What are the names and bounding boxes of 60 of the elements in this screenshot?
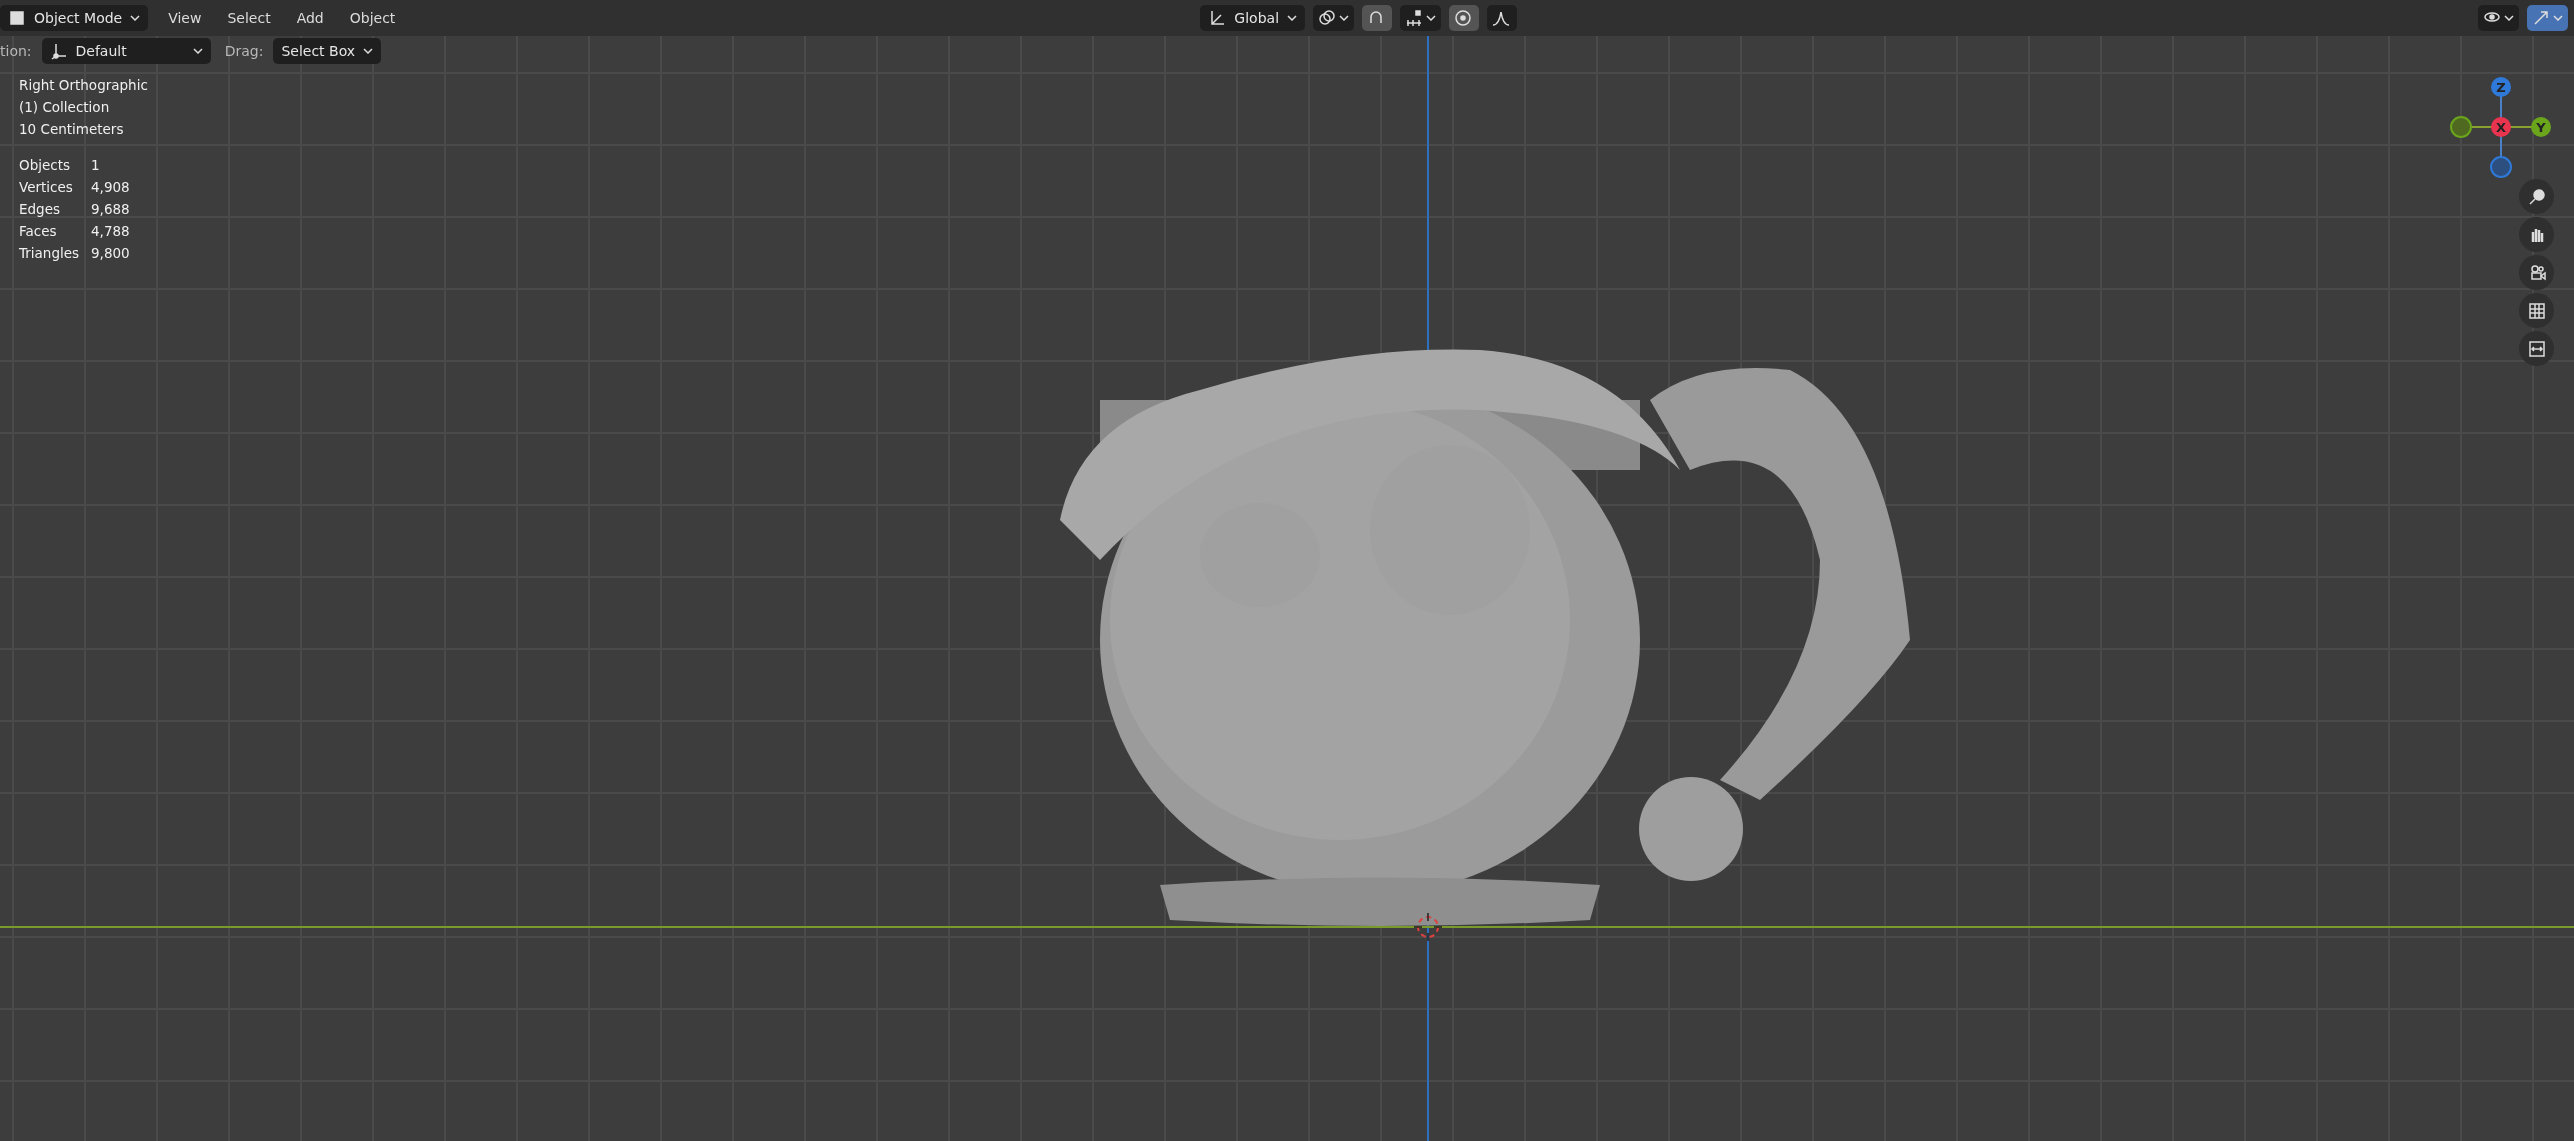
stat-label: Triangles [19,244,81,263]
stat-label: Faces [19,222,58,241]
menu-item[interactable]: Add [290,10,330,26]
mode-dropdown[interactable]: Object Mode [0,5,149,31]
pivot-button[interactable] [1313,5,1355,31]
zoom-icon [2527,187,2546,206]
snap-increment-icon [1405,9,1424,27]
drag-label: Drag: [224,43,264,59]
chevron-icon [1426,15,1437,21]
stat-value: 9,688 [91,200,131,219]
axis-handle[interactable]: X [2491,117,2511,137]
stat-label: Objects [19,156,71,175]
chevron-icon [1339,15,1350,21]
grid-icon [2527,301,2546,320]
menu-item[interactable]: View [162,10,208,26]
orientation-dropdown[interactable]: Default [41,38,211,64]
stat-label: Vertices [19,178,74,197]
proportional-toggle[interactable] [1449,5,1480,31]
menu-item[interactable]: Object [343,10,402,26]
orientation-label: tion: [0,43,32,59]
axis-handle[interactable]: Y [2531,117,2551,137]
3d-cursor-icon [1414,913,1442,941]
gizmo-toggle[interactable] [2527,5,2568,31]
chevron-icon [1287,15,1298,21]
snap-target-button[interactable] [1400,5,1442,31]
falloff-button[interactable] [1487,5,1518,31]
chevron-icon [192,48,203,54]
snap-toggle[interactable] [1362,5,1393,31]
chevron-icon [363,48,374,54]
grid-button[interactable] [2519,293,2554,328]
negative-axis-handle[interactable] [2490,156,2512,178]
pan-button[interactable] [2519,217,2554,252]
stat-value: 9,800 [91,244,131,263]
drag-dropdown[interactable]: Select Box [273,38,382,64]
visibility-button[interactable] [2478,5,2519,31]
frame-button[interactable] [2519,331,2554,366]
stat-value: 1 [91,156,101,175]
stat-value: 4,908 [91,178,131,197]
chevron-icon [2553,15,2563,21]
chevron-icon [2504,15,2514,21]
axes-icon [1208,9,1227,27]
collection-name: (1) Collection [19,98,111,117]
arrow-icon [2532,9,2550,27]
menu-item[interactable]: Select [221,10,277,26]
link-icon [1318,9,1337,27]
negative-axis-handle[interactable] [2450,116,2472,138]
view-name: Right Orthographic [19,76,148,95]
grid-scale: 10 Centimeters [19,120,125,139]
object-mode-icon [8,9,26,27]
axis-handle[interactable]: Z [2491,77,2511,97]
camera-button[interactable] [2519,255,2554,290]
chevron-icon [130,15,141,21]
bell-curve-icon [1492,9,1511,27]
stat-value: 4,788 [91,222,131,241]
zoom-button[interactable] [2519,179,2554,214]
frame-icon [2527,339,2546,358]
orientation-dropdown[interactable]: Global [1200,5,1306,31]
dot-circle-icon [1454,9,1473,27]
move-icon [49,42,68,60]
stat-label: Edges [19,200,61,219]
